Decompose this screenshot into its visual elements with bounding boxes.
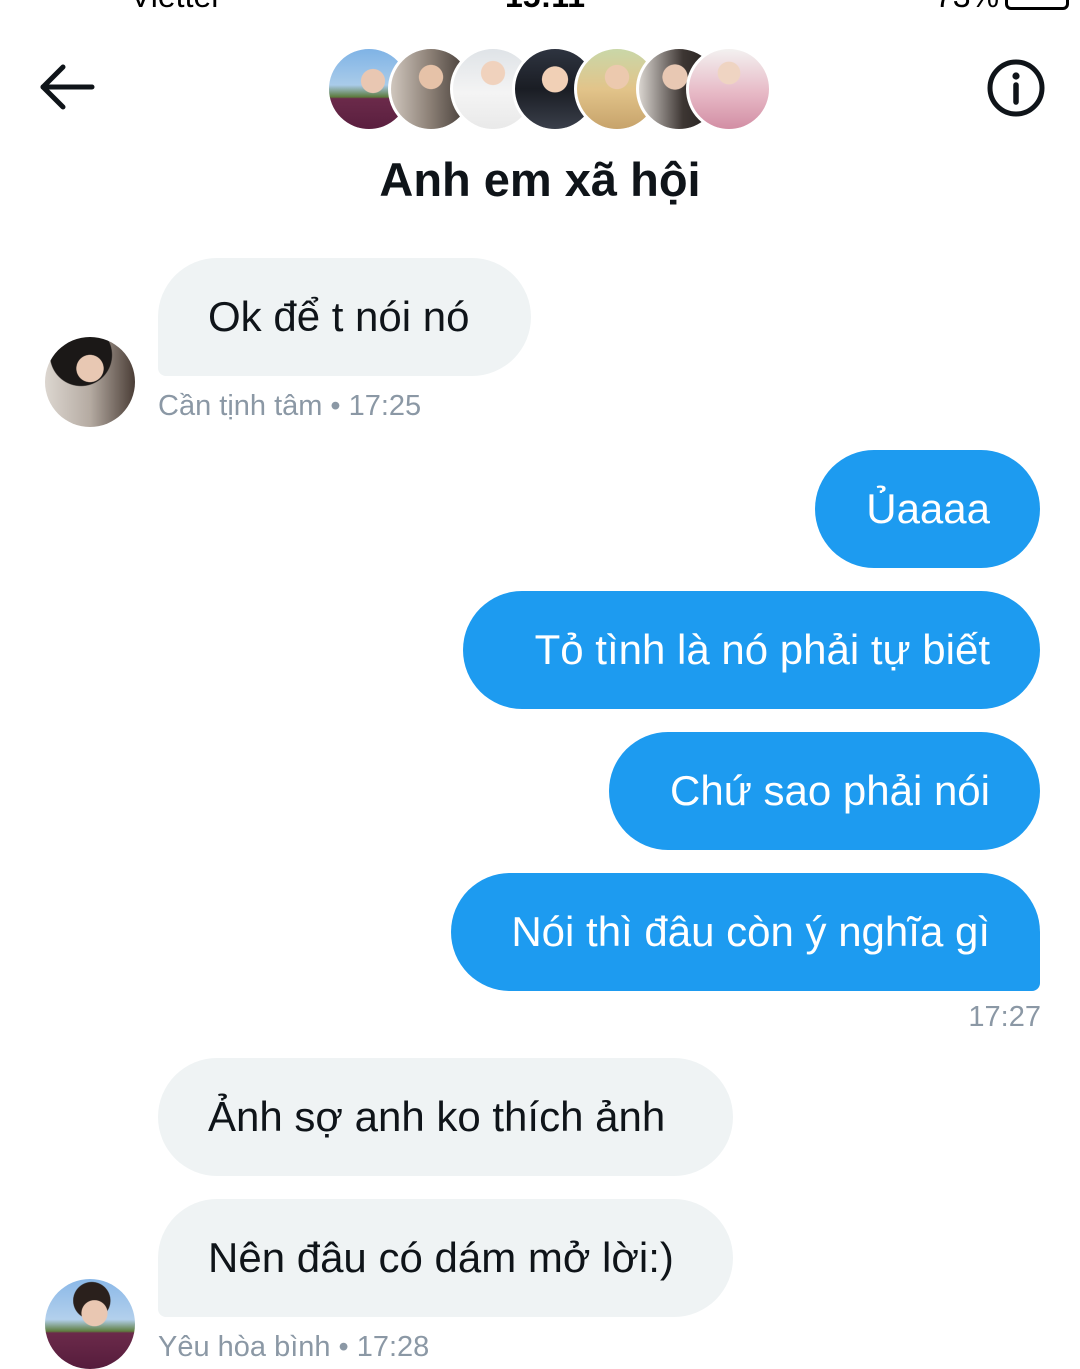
info-circle-icon — [987, 59, 1045, 117]
member-avatar — [686, 46, 772, 132]
group-title[interactable]: Anh em xã hội — [0, 152, 1080, 207]
info-button[interactable] — [985, 57, 1047, 119]
status-battery-percent: 73% — [935, 0, 999, 15]
incoming-message[interactable]: Ảnh sợ anh ko thích ảnh — [158, 1058, 733, 1176]
outgoing-message[interactable]: Ủaaaa — [815, 450, 1040, 568]
arrow-left-icon — [40, 64, 95, 110]
incoming-message[interactable]: Nên đâu có dám mở lời:) — [158, 1199, 733, 1317]
message-meta: Cần tịnh tâm • 17:25 — [158, 390, 421, 423]
outgoing-message[interactable]: Tỏ tình là nó phải tự biết — [463, 591, 1040, 709]
group-avatar-stack[interactable] — [326, 46, 772, 134]
message-time: 17:25 — [348, 390, 422, 422]
message-time: 17:27 — [968, 1001, 1041, 1033]
sender-avatar[interactable] — [45, 1279, 135, 1369]
incoming-message[interactable]: Ok để t nói nó — [158, 258, 531, 376]
outgoing-message[interactable]: Chứ sao phải nói — [609, 732, 1040, 850]
meta-separator: • — [330, 390, 341, 422]
message-meta: Yêu hòa bình • 17:28 — [158, 1331, 429, 1364]
sender-name: Cần tịnh tâm — [158, 390, 323, 422]
meta-separator: • — [338, 1331, 349, 1363]
status-carrier: Viettel — [130, 0, 218, 15]
sender-avatar[interactable] — [45, 337, 135, 427]
sender-name: Yêu hòa bình — [158, 1331, 331, 1363]
status-time: 15:11 — [505, 0, 585, 15]
outgoing-message[interactable]: Nói thì đâu còn ý nghĩa gì — [451, 873, 1040, 991]
battery-icon — [1005, 0, 1069, 10]
status-bar: Viettel 15:11 73% — [0, 0, 1080, 14]
back-button[interactable] — [36, 60, 98, 114]
message-time: 17:28 — [356, 1331, 430, 1363]
